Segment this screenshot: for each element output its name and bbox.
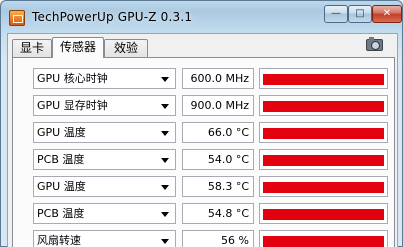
- tab-validation[interactable]: 效验: [104, 39, 148, 57]
- sensor-row: GPU 核心时钟 600.0 MHz: [25, 68, 388, 90]
- sensor-row: 风扇转速 56 %: [25, 230, 388, 247]
- sensor-row: GPU 温度 66.0 °C: [25, 122, 388, 144]
- sensor-graph: [259, 149, 388, 170]
- sensor-graph: [259, 95, 388, 116]
- sensor-value: 54.0 °C: [182, 149, 254, 170]
- dropdown-arrow-icon[interactable]: [161, 239, 169, 244]
- sensor-select[interactable]: PCB 温度: [33, 149, 176, 170]
- sensor-graph-bar: [263, 128, 384, 139]
- sensor-value: 56 %: [182, 230, 254, 247]
- sensor-graph: [259, 176, 388, 197]
- dropdown-arrow-icon[interactable]: [161, 158, 169, 163]
- camera-icon[interactable]: [366, 37, 383, 51]
- sensor-select[interactable]: GPU 温度: [33, 122, 176, 143]
- sensor-value: 600.0 MHz: [182, 68, 254, 89]
- sensor-graph: [259, 230, 388, 247]
- sensor-row: PCB 温度 54.0 °C: [25, 149, 388, 171]
- minimize-button[interactable]: —: [324, 5, 348, 23]
- sensor-row: PCB 温度 54.8 °C: [25, 203, 388, 225]
- sensor-select[interactable]: GPU 显存时钟: [33, 95, 176, 116]
- window-title: TechPowerUp GPU-Z 0.3.1: [32, 10, 193, 24]
- tab-sensors[interactable]: 传感器: [52, 37, 104, 58]
- sensor-value: 58.3 °C: [182, 176, 254, 197]
- sensor-value: 900.0 MHz: [182, 95, 254, 116]
- tab-graphics-card[interactable]: 显卡: [12, 39, 52, 57]
- sensor-select[interactable]: GPU 核心时钟: [33, 68, 176, 89]
- app-window: TechPowerUp GPU-Z 0.3.1 — □ ✕ 显卡 传感器 效验 …: [0, 0, 403, 247]
- sensor-row: GPU 温度 58.3 °C: [25, 176, 388, 198]
- sensor-value: 66.0 °C: [182, 122, 254, 143]
- sensors-panel: GPU 核心时钟 600.0 MHz GPU 显存时钟 900.0 MHz GPU 温度…: [12, 57, 395, 247]
- sensor-label: GPU 核心时钟: [37, 72, 108, 85]
- sensor-graph: [259, 68, 388, 89]
- close-button[interactable]: ✕: [372, 5, 402, 23]
- sensor-label: GPU 温度: [37, 180, 86, 193]
- dropdown-arrow-icon[interactable]: [161, 212, 169, 217]
- sensor-graph-bar: [263, 209, 384, 220]
- sensor-label: 风扇转速: [37, 234, 81, 247]
- dropdown-arrow-icon[interactable]: [161, 104, 169, 109]
- gpu-z-app-icon[interactable]: [9, 10, 25, 26]
- maximize-button[interactable]: □: [348, 5, 372, 23]
- client-area: 显卡 传感器 效验 GPU 核心时钟 600.0 MHz GPU 显存时钟 900.0…: [7, 33, 398, 247]
- sensor-row: GPU 显存时钟 900.0 MHz: [25, 95, 388, 117]
- sensor-label: GPU 显存时钟: [37, 99, 108, 112]
- sensor-graph-bar: [263, 74, 384, 85]
- sensor-label: GPU 温度: [37, 126, 86, 139]
- sensor-graph: [259, 203, 388, 224]
- title-bar[interactable]: TechPowerUp GPU-Z 0.3.1 — □ ✕: [1, 1, 402, 33]
- dropdown-arrow-icon[interactable]: [161, 131, 169, 136]
- sensor-graph-bar: [263, 182, 384, 193]
- sensor-select[interactable]: PCB 温度: [33, 203, 176, 224]
- sensor-graph-bar: [263, 155, 384, 166]
- sensor-graph: [259, 122, 388, 143]
- sensor-label: PCB 温度: [37, 207, 85, 220]
- sensor-value: 54.8 °C: [182, 203, 254, 224]
- dropdown-arrow-icon[interactable]: [161, 185, 169, 190]
- sensor-select[interactable]: 风扇转速: [33, 230, 176, 247]
- sensor-graph-bar: [263, 236, 384, 247]
- dropdown-arrow-icon[interactable]: [161, 77, 169, 82]
- sensor-label: PCB 温度: [37, 153, 85, 166]
- sensor-select[interactable]: GPU 温度: [33, 176, 176, 197]
- sensor-graph-bar: [263, 101, 384, 112]
